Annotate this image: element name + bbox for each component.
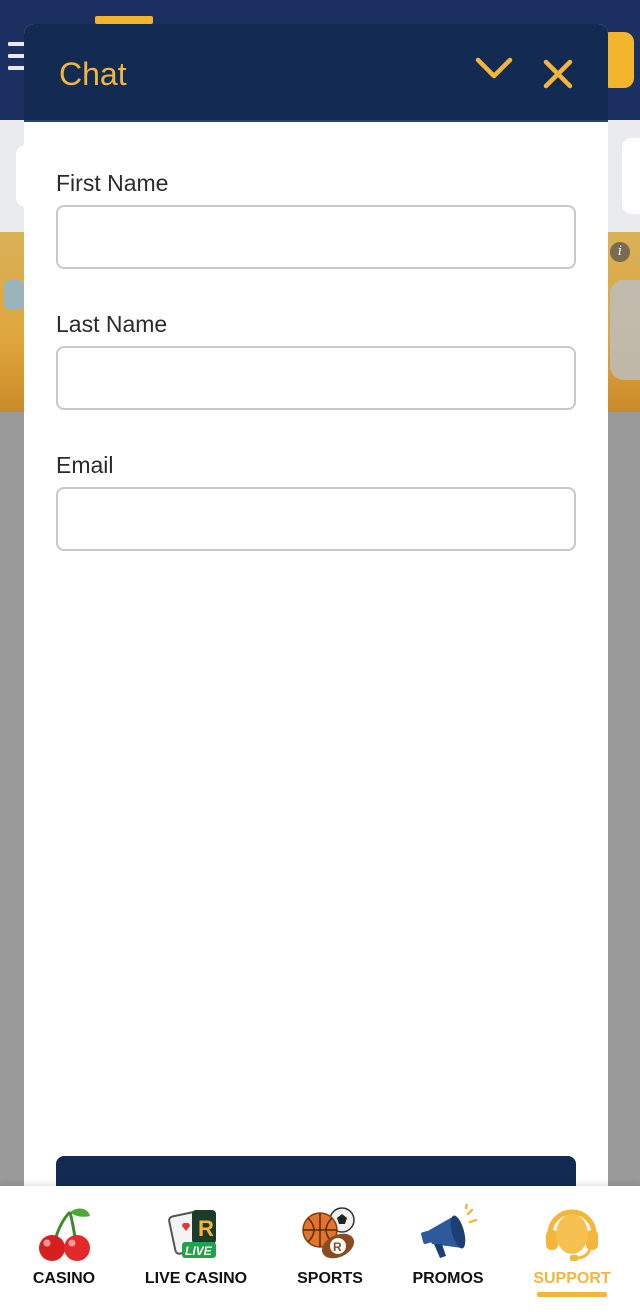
email-label: Email xyxy=(56,452,114,478)
last-name-label: Last Name xyxy=(56,311,168,337)
nav-sports-label: SPORTS xyxy=(297,1270,363,1287)
info-icon: i xyxy=(610,242,630,262)
nav-promos[interactable]: PROMOS xyxy=(398,1186,498,1316)
last-name-input[interactable] xyxy=(56,346,576,410)
chevron-down-icon[interactable] xyxy=(472,52,516,86)
email-input[interactable] xyxy=(56,487,576,551)
active-tab-indicator xyxy=(537,1292,607,1297)
banner-art xyxy=(610,280,640,380)
nav-casino[interactable]: CASINO xyxy=(14,1186,114,1316)
sports-balls-icon: R xyxy=(300,1204,360,1264)
background-card xyxy=(622,138,640,214)
nav-live-casino[interactable]: R LIVE LIVE CASINO xyxy=(136,1186,256,1316)
svg-text:LIVE: LIVE xyxy=(185,1244,213,1258)
nav-casino-label: CASINO xyxy=(32,1270,96,1287)
nav-support-label: SUPPORT xyxy=(533,1270,611,1287)
nav-sports[interactable]: R SPORTS xyxy=(280,1186,380,1316)
nav-live-casino-label: LIVE CASINO xyxy=(144,1270,248,1287)
bottom-nav: CASINO R LIVE LIVE CASINO R SPORTS PROMO… xyxy=(0,1186,640,1316)
svg-text:R: R xyxy=(198,1216,214,1241)
first-name-input[interactable] xyxy=(56,205,576,269)
live-casino-cards-icon: R LIVE xyxy=(166,1204,226,1264)
banner-art xyxy=(4,280,24,310)
nav-promos-label: PROMOS xyxy=(412,1270,484,1287)
brand-logo xyxy=(95,16,153,24)
megaphone-icon xyxy=(418,1202,478,1264)
svg-text:R: R xyxy=(333,1240,342,1254)
first-name-label: First Name xyxy=(56,170,169,196)
chat-title: Chat xyxy=(59,56,127,92)
chat-window: Chat First Name Last Name Email xyxy=(24,24,608,1316)
headset-icon xyxy=(542,1204,602,1264)
cherry-icon xyxy=(34,1204,94,1264)
close-icon[interactable] xyxy=(538,54,578,94)
chat-header: Chat xyxy=(24,24,608,122)
